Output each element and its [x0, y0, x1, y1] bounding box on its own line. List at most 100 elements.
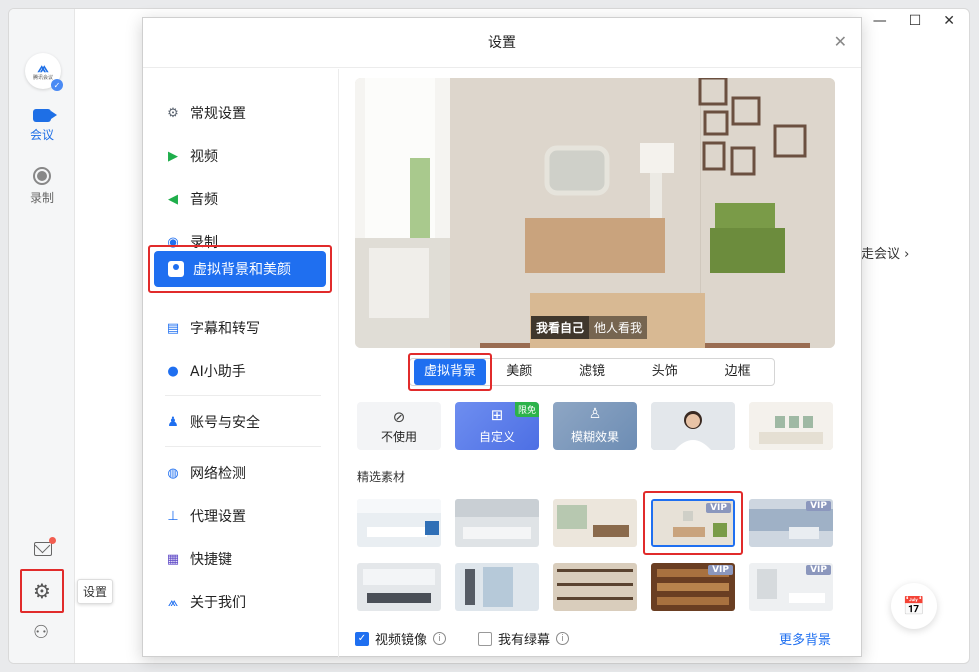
background-preview: 我看自己 他人看我 — [355, 78, 835, 348]
nav-item-proxy[interactable]: ⊥ 代理设置 — [165, 506, 246, 526]
bg-thumb[interactable]: VIP — [749, 563, 833, 611]
close-window-icon[interactable]: ✕ — [943, 13, 955, 29]
rail-meeting-label: 会议 — [29, 128, 54, 142]
nav-label: 网络检测 — [190, 466, 246, 482]
bg-option-none[interactable]: ⊘ 不使用 — [357, 402, 441, 450]
bg-thumb[interactable] — [357, 563, 441, 611]
bookshelf-thumbnail — [553, 563, 637, 611]
office-thumbnail — [357, 499, 441, 547]
self-view-option[interactable]: 我看自己 — [531, 316, 590, 339]
room-thumbnail — [749, 402, 833, 450]
nav-label: 音频 — [190, 192, 218, 208]
speaker-icon: ◀ — [168, 191, 178, 207]
nav-label: AI小助手 — [190, 364, 246, 380]
bg-thumb[interactable] — [553, 499, 637, 547]
tab-headwear[interactable]: 头饰 — [628, 359, 701, 385]
tab-virtual-background-active[interactable]: 虚拟背景 — [414, 359, 486, 385]
proxy-icon: ⊥ — [167, 508, 179, 524]
more-backgrounds-link[interactable]: 更多背景 — [779, 629, 831, 648]
gear-icon: ⚙ — [33, 579, 51, 603]
mail-icon[interactable] — [34, 542, 52, 556]
nav-item-general[interactable]: ⚙ 常规设置 — [165, 103, 246, 123]
no-entry-icon: ⊘ — [392, 408, 406, 426]
verified-icon: ✓ — [51, 79, 63, 91]
nav-divider — [165, 446, 321, 447]
nav-item-account[interactable]: ♟ 账号与安全 — [165, 412, 260, 432]
greenscreen-checkbox[interactable] — [478, 631, 492, 646]
schedule-meeting-button[interactable]: 📅 — [891, 583, 937, 629]
nav-item-virtual-background[interactable]: 虚拟背景和美颜 — [154, 251, 326, 287]
window-controls: — ☐ ✕ — [873, 13, 955, 29]
close-icon[interactable]: ✕ — [834, 32, 847, 52]
info-icon[interactable]: i — [433, 632, 447, 645]
nav-label: 关于我们 — [190, 595, 246, 611]
more-meetings-link[interactable]: 走会议 › — [861, 243, 909, 262]
tab-beauty[interactable]: 美颜 — [483, 359, 556, 385]
bg-thumb[interactable] — [455, 499, 539, 547]
bg-thumb[interactable]: VIP — [651, 563, 735, 611]
bg-thumb-selected[interactable]: VIP — [651, 499, 735, 547]
nav-divider — [165, 395, 321, 396]
bg-thumb[interactable] — [553, 563, 637, 611]
maximize-icon[interactable]: ☐ — [909, 13, 922, 29]
rail-record-label: 录制 — [29, 191, 54, 205]
vip-badge: VIP — [706, 503, 731, 513]
nav-item-audio[interactable]: ◀ 音频 — [165, 189, 218, 209]
nav-item-video[interactable]: ▶ 视频 — [165, 146, 218, 166]
portrait-icon — [168, 261, 184, 277]
mirror-label: 视频镜像 — [375, 633, 428, 648]
blur-person-icon: ♙ — [588, 406, 602, 422]
keyboard-icon: ▦ — [166, 551, 180, 567]
vip-badge: VIP — [708, 565, 733, 575]
settings-tooltip: 设置 — [77, 579, 114, 604]
greenscreen-option[interactable]: 我有绿幕 i — [478, 629, 570, 648]
mirror-checkbox[interactable]: ✓ — [355, 631, 369, 646]
others-view-option[interactable]: 他人看我 — [589, 316, 648, 339]
option-label: 模糊效果 — [570, 430, 619, 444]
bg-thumb[interactable] — [357, 499, 441, 547]
bg-option-room[interactable] — [749, 402, 833, 450]
tab-filter[interactable]: 滤镜 — [556, 359, 629, 385]
gear-icon: ⚙ — [167, 105, 179, 121]
mirror-video-option[interactable]: ✓ 视频镜像 i — [355, 629, 447, 648]
minimize-icon[interactable]: — — [873, 13, 887, 29]
image-add-icon: ⊞ — [490, 406, 504, 424]
subtitle-icon: ▤ — [166, 320, 180, 336]
more-meetings-label: 走会议 — [861, 247, 901, 262]
nav-item-ai-assistant[interactable]: ● AI小助手 — [165, 361, 246, 381]
nav-item-subtitles[interactable]: ▤ 字幕和转写 — [165, 318, 260, 338]
bg-option-custom[interactable]: 限免 ⊞ 自定义 — [455, 402, 539, 450]
option-label: 自定义 — [478, 430, 515, 444]
room-scene-image — [355, 78, 835, 348]
featured-section-label: 精选素材 — [357, 470, 406, 484]
nav-item-network[interactable]: ◍ 网络检测 — [165, 463, 246, 483]
camera-icon: ▶ — [168, 148, 178, 164]
settings-button[interactable]: ⚙ — [20, 569, 64, 613]
rail-record[interactable]: 录制 — [9, 167, 75, 206]
bg-thumb[interactable]: VIP — [749, 499, 833, 547]
nav-selected-highlight: 虚拟背景和美颜 — [148, 245, 332, 293]
preview-view-toggle: 我看自己 他人看我 — [531, 316, 648, 339]
white-office-thumbnail — [455, 499, 539, 547]
settings-dialog: 设置 ✕ ⚙ 常规设置 ▶ 视频 ◀ 音频 ◉ 录制 虚拟背景和美颜 ▤ 字幕和… — [142, 17, 862, 657]
nav-label: 常规设置 — [190, 106, 246, 122]
rail-meeting[interactable]: 会议 — [9, 109, 75, 143]
nav-label: 虚拟背景和美颜 — [193, 262, 291, 278]
bg-thumb[interactable] — [455, 563, 539, 611]
option-label: 不使用 — [380, 430, 417, 444]
living-room-thumbnail — [553, 499, 637, 547]
nav-label: 视频 — [190, 149, 218, 165]
notification-dot — [49, 537, 56, 544]
bg-option-blur[interactable]: ♙ 模糊效果 — [553, 402, 637, 450]
nav-item-shortcuts[interactable]: ▦ 快捷键 — [165, 549, 232, 569]
nav-item-about[interactable]: ⩕ 关于我们 — [165, 592, 246, 612]
info-icon[interactable]: i — [556, 632, 570, 645]
camera-icon — [33, 109, 57, 122]
record-icon — [33, 167, 51, 185]
about-icon: ⩕ — [167, 594, 179, 610]
bg-option-person[interactable] — [651, 402, 735, 450]
tab-frame[interactable]: 边框 — [701, 359, 774, 385]
nav-label: 代理设置 — [190, 509, 246, 525]
app-logo: ⩕ 腾讯会议 ✓ — [25, 53, 63, 91]
user-switch-icon[interactable]: ⚇ — [33, 622, 49, 643]
